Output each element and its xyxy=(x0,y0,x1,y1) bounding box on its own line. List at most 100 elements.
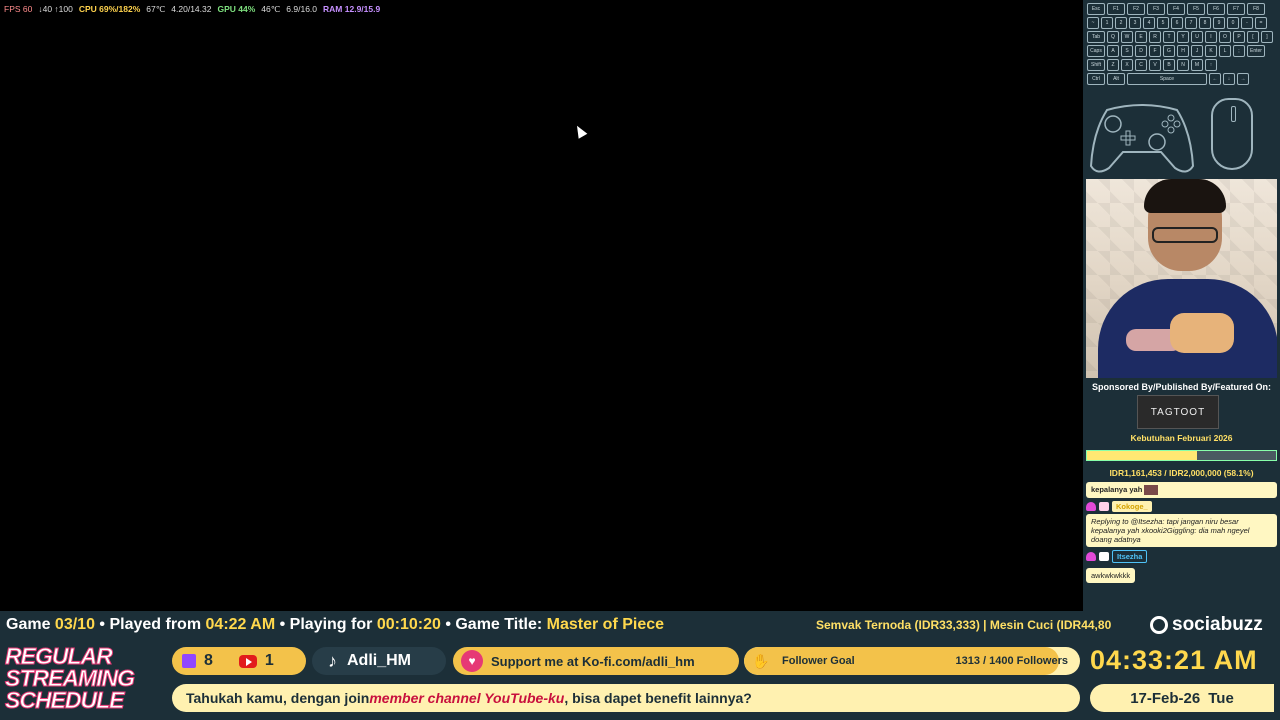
keyboard-key: A xyxy=(1107,45,1119,57)
keyboard-key: 8 xyxy=(1199,17,1211,29)
viewer-counts: 8 1 xyxy=(172,647,306,675)
day-value: Tue xyxy=(1208,689,1234,707)
keyboard-key: B xyxy=(1163,59,1175,71)
keyboard-row: Tab Q W E R T Y U I O P[] xyxy=(1087,31,1277,43)
gpu-mem: 6.9/16.0 xyxy=(286,4,318,14)
keyboard-key: Ctrl xyxy=(1087,73,1105,85)
flower-badge-icon xyxy=(1099,502,1109,512)
keyboard-key: ; xyxy=(1233,45,1245,57)
cpu-clock: 4.20/14.32 xyxy=(171,4,212,14)
chat-panel: kepalanya yah Kokoge_ Replying to @Itsez… xyxy=(1086,482,1277,611)
playing-for-time: 00:10:20 xyxy=(376,616,441,633)
keyboard-key: Q xyxy=(1107,31,1119,43)
keyboard-key: C xyxy=(1135,59,1147,71)
keyboard-key: [ xyxy=(1247,31,1259,43)
youtube-viewer-count: 1 xyxy=(264,652,274,669)
mouse-input-icon xyxy=(1211,98,1253,170)
keyboard-key: F3 xyxy=(1147,3,1165,15)
chat-username: Kokoge_ xyxy=(1112,501,1152,513)
schedule-line: SCHEDULE xyxy=(5,687,126,713)
tiktok-handle-pill: ♪ Adli_HM xyxy=(312,647,446,675)
chat-user-row: Itsezha xyxy=(1086,550,1277,564)
donation-goal-title: Kebutuhan Februari 2026 xyxy=(1130,433,1233,443)
kofi-heart-icon: ♥ xyxy=(461,650,483,672)
playing-for-label: • Playing for xyxy=(279,616,373,633)
info-text-after: , bisa dapet benefit lainnya? xyxy=(564,690,752,706)
keyboard-key: S xyxy=(1121,45,1133,57)
keyboard-key: 7 xyxy=(1185,17,1197,29)
played-from-time: 04:22 AM xyxy=(205,616,276,633)
follower-goal-label: Follower Goal xyxy=(782,655,855,667)
game-title-label: • Game Title: xyxy=(445,616,543,633)
game-counter: 03/10 xyxy=(54,616,95,633)
follower-goal-pill: ✋ Follower Goal 1313 / 1400 Followers xyxy=(744,647,1080,675)
sociabuzz-text: sociabuzz xyxy=(1172,614,1263,635)
sponsor-title: Sponsored By/Published By/Featured On: xyxy=(1091,382,1272,392)
keyboard-key: Tab xyxy=(1087,31,1105,43)
keyboard-key: ] xyxy=(1261,31,1273,43)
mouse-cursor-icon xyxy=(572,123,588,139)
tiktok-handle: Adli_HM xyxy=(347,652,411,669)
heart-badge-icon xyxy=(1086,502,1096,512)
keyboard-row: ~1 2 3 4 5 6 7 8 9 0- = xyxy=(1087,17,1277,29)
keyboard-key: O xyxy=(1219,31,1231,43)
date-value: 17-Feb-26 xyxy=(1130,689,1201,707)
keyboard-key: 4 xyxy=(1143,17,1155,29)
played-from-label: • Played from xyxy=(99,616,202,633)
tiktok-icon: ♪ xyxy=(328,650,337,671)
donation-progress-bar xyxy=(1086,450,1277,461)
keyboard-key: F6 xyxy=(1207,3,1225,15)
twitch-icon xyxy=(182,654,196,668)
keyboard-key: R xyxy=(1149,31,1161,43)
keyboard-key: F2 xyxy=(1127,3,1145,15)
schedule-line: REGULAR xyxy=(5,643,114,669)
keyboard-key: Esc xyxy=(1087,3,1105,15)
keyboard-key: 5 xyxy=(1157,17,1169,29)
schedule-line: STREAMING xyxy=(5,665,136,691)
ram-readout: RAM 12.9/15.9 xyxy=(323,4,381,14)
regular-streaming-schedule: REGULAR STREAMING SCHEDULE xyxy=(5,643,167,713)
sociabuzz-logo: sociabuzz xyxy=(1150,614,1263,636)
follower-goal-value: 1313 / 1400 Followers xyxy=(955,655,1068,667)
clock: 04:33:21 AM xyxy=(1090,645,1258,675)
chat-user-row: Kokoge_ xyxy=(1086,501,1277,513)
keyboard-key: 0 xyxy=(1227,17,1239,29)
gpu-temp: 46℃ xyxy=(261,3,281,14)
keyboard-key: D xyxy=(1135,45,1147,57)
keyboard-key: G xyxy=(1163,45,1175,57)
youtube-icon xyxy=(238,654,257,668)
game-viewport[interactable]: FPS 60 ↓40 ↑100 CPU 69%/182% 67℃ 4.20/14… xyxy=(0,0,1083,611)
chat-message: awkwkwkkk xyxy=(1086,568,1136,584)
keyboard-key: 9 xyxy=(1213,17,1225,29)
keyboard-key: H xyxy=(1177,45,1189,57)
keyboard-row: Esc F1 F2 F3 F4 F5 F6 F7 F8 xyxy=(1087,3,1277,15)
stream-sidebar: Esc F1 F2 F3 F4 F5 F6 F7 F8 ~1 2 3 4 5 6 7 8 9 0- = Tab Q W E R T… xyxy=(1083,0,1280,611)
game-title-value: Master of Piece xyxy=(546,616,665,633)
info-text-before: Tahukah kamu, dengan join xyxy=(186,690,370,706)
keyboard-key: 3 xyxy=(1129,17,1141,29)
keyboard-key: Shift xyxy=(1087,59,1105,71)
cpu-temp: 67℃ xyxy=(146,3,166,14)
heart-badge-icon xyxy=(1086,552,1096,562)
keyboard-key: 1 xyxy=(1101,17,1113,29)
kofi-pill: ♥ Support me at Ko-fi.com/adli_hm xyxy=(453,647,739,675)
keyboard-key: F5 xyxy=(1187,3,1205,15)
chat-message: Replying to @Itsezha: tapi jangan niru b… xyxy=(1086,514,1277,548)
keyboard-key: F1 xyxy=(1107,3,1125,15)
keyboard-key: K xyxy=(1205,45,1217,57)
keyboard-key: F8 xyxy=(1247,3,1265,15)
keyboard-key: L xyxy=(1219,45,1231,57)
twitch-viewer-count: 8 xyxy=(204,652,213,669)
donation-progress-text: IDR1,161,453 / IDR2,000,000 (58.1%) xyxy=(1109,468,1254,478)
keyboard-key: P xyxy=(1233,31,1245,43)
keyboard-key: Space xyxy=(1127,73,1207,85)
fps-readout: FPS 60 xyxy=(4,4,33,14)
chat-message: kepalanya yah xyxy=(1086,482,1277,499)
keyboard-key: - xyxy=(1241,17,1253,29)
webcam-feed xyxy=(1086,179,1277,378)
handshake-icon: ✋ xyxy=(752,653,770,669)
keyboard-key: M xyxy=(1191,59,1203,71)
keyboard-key: Enter xyxy=(1247,45,1265,57)
info-message-pill: Tahukah kamu, dengan join member channel… xyxy=(172,684,1080,712)
date-pill: 17-Feb-26 Tue xyxy=(1090,684,1274,712)
